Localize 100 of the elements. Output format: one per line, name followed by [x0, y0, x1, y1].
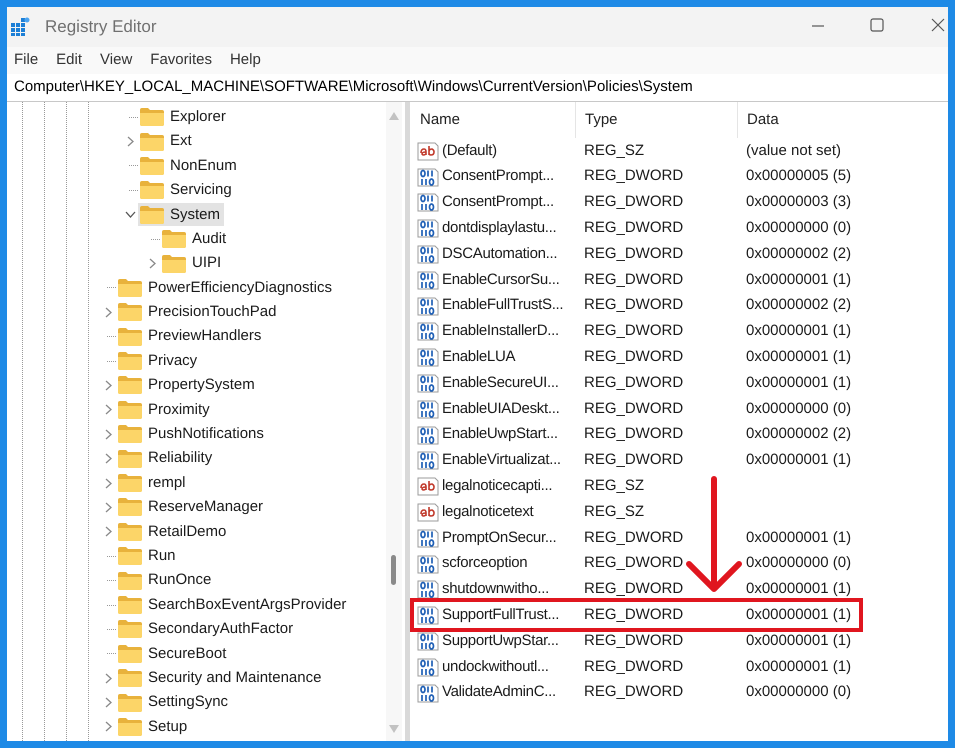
value-name[interactable]: legalnoticecapti...	[442, 475, 552, 498]
tree-item[interactable]: PreviewHandlers	[116, 325, 266, 348]
value-type: REG_DWORD	[584, 348, 684, 366]
tree-item[interactable]: Proximity	[116, 398, 214, 422]
tree-item[interactable]: Audit	[160, 228, 230, 251]
tree-item[interactable]: SecureBoot	[116, 642, 230, 666]
tree-item[interactable]: SecondaryAuthFactor	[116, 618, 298, 641]
value-name[interactable]: (Default)	[442, 140, 497, 162]
expand-chevron-icon[interactable]	[104, 453, 112, 464]
tree-item[interactable]: UIPI	[160, 252, 226, 276]
value-name[interactable]: ConsentPrompt...	[442, 165, 554, 188]
tree-item[interactable]: Reliability	[116, 447, 216, 470]
close-button[interactable]	[931, 18, 945, 32]
folder-icon	[118, 644, 142, 663]
value-type: REG_DWORD	[584, 554, 684, 572]
folder-icon	[118, 498, 142, 516]
value-name[interactable]: EnableUwpStart...	[442, 423, 558, 446]
value-data: 0x00000002 (2)	[746, 244, 852, 262]
column-header[interactable]: Type	[585, 108, 618, 132]
expand-chevron-icon[interactable]	[104, 428, 112, 440]
value-name[interactable]: SupportFullTrust...	[442, 604, 560, 626]
expand-chevron-icon[interactable]	[104, 721, 112, 732]
value-data: 0x00000001 (1)	[746, 606, 852, 623]
value-data: 0x00000000 (0)	[746, 554, 852, 572]
folder-icon	[118, 694, 142, 712]
value-name[interactable]: EnableInstallerD...	[442, 320, 559, 343]
folder-icon	[118, 547, 142, 566]
registry-icon	[10, 17, 30, 37]
value-type: REG_DWORD	[584, 451, 684, 468]
value-type: REG_DWORD	[584, 193, 684, 210]
value-name[interactable]: scforceoption	[442, 552, 528, 575]
folder-icon	[140, 181, 164, 200]
value-name[interactable]: dontdisplaylastu...	[442, 217, 556, 240]
tree-item[interactable]: ReserveManager	[116, 496, 268, 519]
value-name[interactable]: EnableLUA	[442, 346, 516, 369]
window-title: Registry Editor	[45, 16, 156, 38]
value-name[interactable]: EnableSecureUI...	[442, 372, 559, 394]
collapse-chevron-icon[interactable]	[124, 211, 136, 218]
tree-item[interactable]: NonEnum	[138, 154, 241, 178]
value-type: REG_DWORD	[584, 244, 684, 262]
folder-icon	[140, 156, 164, 175]
expand-chevron-icon[interactable]	[126, 136, 134, 148]
tree-item[interactable]: Servicing	[138, 178, 236, 202]
value-data: 0x00000005 (5)	[746, 167, 852, 184]
tree-item[interactable]: Privacy	[116, 350, 202, 373]
tree-item[interactable]: PropertySystem	[116, 374, 259, 397]
expand-chevron-icon[interactable]	[148, 258, 156, 270]
tree-item[interactable]: PrecisionTouchPad	[116, 300, 280, 324]
tree-item[interactable]: SettingSync	[116, 691, 232, 714]
tree-item[interactable]: PowerEfficiencyDiagnostics	[116, 276, 336, 300]
tree-item[interactable]: RunOnce	[116, 569, 216, 592]
tree-item[interactable]: RetailDemo	[116, 520, 230, 544]
menu-item[interactable]: Favorites	[150, 49, 212, 72]
tree-item[interactable]: rempl	[116, 472, 190, 495]
tree-item[interactable]: Run	[116, 544, 180, 568]
expand-chevron-icon[interactable]	[104, 502, 112, 513]
value-name[interactable]: EnableVirtualizat...	[442, 449, 561, 472]
expand-chevron-icon[interactable]	[104, 306, 112, 318]
maximize-button[interactable]	[870, 18, 884, 32]
scrollbar[interactable]	[386, 102, 402, 741]
value-data: 0x00000001 (1)	[746, 348, 852, 366]
value-name[interactable]: EnableFullTrustS...	[442, 294, 564, 317]
tree-item[interactable]: System	[138, 203, 224, 226]
value-name[interactable]: undockwithoutl...	[442, 656, 549, 678]
menu-item[interactable]: File	[14, 49, 38, 72]
expand-chevron-icon[interactable]	[104, 672, 112, 684]
value-name[interactable]: SupportUwpStar...	[442, 630, 559, 652]
expand-chevron-icon[interactable]	[104, 526, 112, 538]
tree-item[interactable]: Explorer	[138, 106, 230, 129]
folder-icon	[118, 596, 142, 614]
value-type: REG_DWORD	[584, 580, 684, 598]
menu-item[interactable]: Help	[230, 49, 261, 72]
menu-item[interactable]: Edit	[56, 49, 82, 72]
value-name[interactable]: shutdownwitho...	[442, 578, 549, 601]
value-data: 0x00000001 (1)	[746, 374, 852, 391]
tree-item[interactable]: PushNotifications	[116, 422, 268, 446]
menu-item[interactable]: View	[100, 49, 132, 72]
value-name[interactable]: ConsentPrompt...	[442, 191, 554, 214]
value-name[interactable]: PromptOnSecur...	[442, 526, 556, 550]
folder-icon	[118, 328, 142, 346]
value-name[interactable]: EnableUIADeskt...	[442, 398, 560, 420]
scrollbar-thumb[interactable]	[391, 555, 396, 585]
value-name[interactable]: ValidateAdminC...	[442, 681, 556, 704]
expand-chevron-icon[interactable]	[104, 380, 112, 391]
tree-item[interactable]: Ext	[138, 130, 196, 154]
tree-item[interactable]: SearchBoxEventArgsProvider	[116, 594, 350, 616]
value-data: 0x00000000 (0)	[746, 683, 852, 700]
folder-icon	[118, 669, 142, 688]
column-header[interactable]: Data	[747, 108, 779, 132]
tree-item[interactable]: Security and Maintenance	[116, 666, 326, 690]
expand-chevron-icon[interactable]	[104, 697, 112, 708]
value-name[interactable]: legalnoticetext	[442, 500, 534, 524]
expand-chevron-icon[interactable]	[104, 478, 112, 489]
value-name[interactable]: EnableCursorSu...	[442, 268, 560, 292]
value-name[interactable]: DSCAutomation...	[442, 242, 558, 266]
column-header[interactable]: Name	[420, 108, 460, 132]
tree-item[interactable]: Setup	[116, 715, 192, 738]
value-data: 0x00000001 (1)	[746, 322, 852, 340]
folder-icon	[118, 522, 142, 541]
expand-chevron-icon[interactable]	[104, 404, 112, 416]
